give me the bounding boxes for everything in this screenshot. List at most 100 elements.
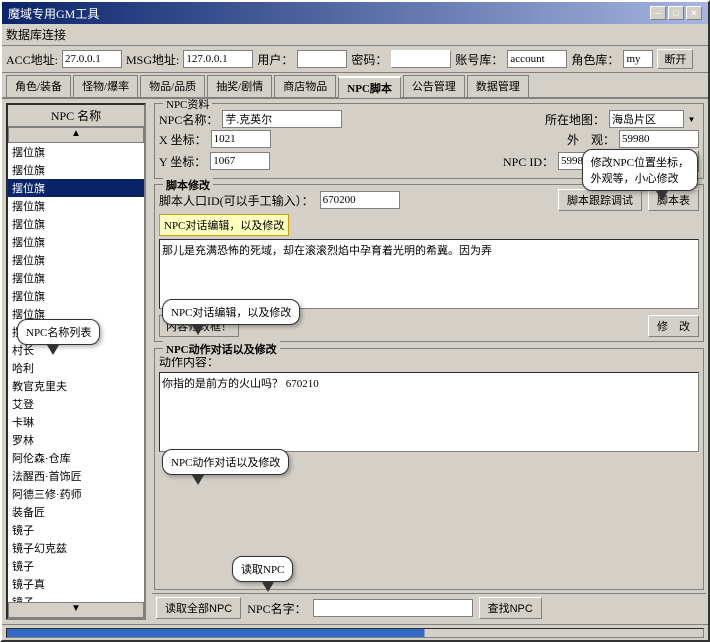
menu-bar: 数据库连接 (2, 24, 708, 46)
list-item[interactable]: 阿伦森·仓库 (8, 449, 144, 467)
x-label: X 坐标： (159, 131, 207, 148)
list-item[interactable]: 摆位旗 (8, 233, 144, 251)
tabs: 角色/装备 怪物/爆率 物品/品质 抽奖/剧情 商店物品 NPC脚本 公告管理 … (2, 73, 708, 99)
x-input[interactable] (211, 130, 271, 148)
tab-lottery[interactable]: 抽奖/剧情 (207, 75, 272, 97)
action-textarea[interactable]: 你指的是前方的火山吗？ 670210 (159, 372, 699, 452)
role-input[interactable] (623, 50, 653, 68)
close-icon: ✕ (690, 8, 698, 19)
acc-label: ACC地址: (6, 51, 58, 68)
npc-info-group: NPC资料 NPC名称： 所在地图： ▼ X 坐标： (154, 103, 704, 179)
npc-list: 摆位旗 摆位旗 摆位旗 摆位旗 摆位旗 摆位旗 摆位旗 摆位旗 摆位旗 摆位旗 … (8, 143, 144, 602)
db-label: 账号库： (455, 51, 503, 68)
npc-name-row: NPC名称： 所在地图： ▼ (159, 110, 699, 128)
list-item[interactable]: 摆位旗 (8, 143, 144, 161)
content-modify-row: 内容修改框！ 修 改 (159, 315, 699, 337)
tab-item[interactable]: 物品/品质 (140, 75, 205, 97)
list-item[interactable]: 摆位旗 (8, 305, 144, 323)
db-input[interactable] (507, 50, 567, 68)
status-bar (2, 624, 708, 640)
debug-button[interactable]: 脚本跟踪调试 (558, 189, 642, 211)
list-item[interactable]: 镜子真 (8, 575, 144, 593)
menu-item-db[interactable]: 数据库连接 (6, 26, 66, 43)
script-section-title: 脚本修改 (163, 177, 213, 193)
list-item[interactable]: 摆位旗 (8, 287, 144, 305)
maximize-button[interactable]: □ (668, 6, 684, 20)
list-item[interactable]: 摆位旗 (8, 269, 144, 287)
main-window: 魔域专用GM工具 ─ □ ✕ 数据库连接 ACC地址: MSG地址: 用户： 密… (0, 0, 710, 642)
list-item[interactable]: 罗林 (8, 431, 144, 449)
appearance-label: 外 观： (567, 131, 615, 148)
script-table-button[interactable]: 脚本表 (648, 189, 699, 211)
user-input[interactable] (297, 50, 347, 68)
map-dropdown-button[interactable]: ▼ (683, 110, 699, 128)
close-button[interactable]: ✕ (686, 6, 702, 20)
list-item[interactable]: 镜子 (8, 521, 144, 539)
password-label: 密码： (351, 51, 387, 68)
list-item[interactable]: 装备匠 (8, 503, 144, 521)
appearance-input[interactable] (619, 130, 699, 148)
npc-name-input[interactable] (222, 110, 342, 128)
disconnect-button[interactable]: 断开 (657, 49, 693, 69)
list-item[interactable]: 摆位旗 (8, 323, 144, 341)
list-item[interactable]: 摆位旗 (8, 161, 144, 179)
npc-id-label: NPC ID： (503, 153, 554, 170)
tab-shop[interactable]: 商店物品 (274, 75, 336, 97)
content-modify-label: 内容修改框！ (159, 315, 239, 337)
list-item[interactable]: 卡琳 (8, 413, 144, 431)
msg-input[interactable] (183, 50, 253, 68)
msg-label: MSG地址: (126, 51, 179, 68)
list-item[interactable]: 艾登 (8, 395, 144, 413)
action-section: NPC动作对话以及修改 动作内容： 你指的是前方的火山吗？ 670210 (154, 348, 704, 590)
list-item[interactable]: 镜子 (8, 557, 144, 575)
password-input[interactable] (391, 50, 451, 68)
npc-name-search-input[interactable] (313, 599, 473, 617)
person-id-row: 脚本人口ID(可以手工输入）： 脚本跟踪调试 脚本表 (159, 189, 699, 211)
list-item[interactable]: 教官克里夫 (8, 377, 144, 395)
scroll-down-icon: ▼ (71, 603, 81, 614)
toolbar: ACC地址: MSG地址: 用户： 密码： 账号库： 角色库： 断开 (2, 46, 708, 73)
y-row: Y 坐标： NPC ID： 修 改 (159, 150, 699, 172)
acc-input[interactable] (62, 50, 122, 68)
tab-data-mgmt[interactable]: 数据管理 (467, 75, 529, 97)
npc-info-modify-button[interactable]: 修 改 (648, 150, 699, 172)
list-item[interactable]: 摆位旗 (8, 215, 144, 233)
user-label: 用户： (257, 51, 293, 68)
minimize-button[interactable]: ─ (650, 6, 666, 20)
list-item[interactable]: 摆位旗 (8, 197, 144, 215)
scroll-down-button[interactable]: ▼ (8, 602, 144, 618)
list-item[interactable]: 阿德三修·药师 (8, 485, 144, 503)
maximize-icon: □ (673, 8, 678, 18)
list-item[interactable]: 法醒西·首饰匠 (8, 467, 144, 485)
npc-name-label: NPC名称： (159, 111, 218, 128)
dialog-textarea[interactable]: 那儿是充满恐怖的死域，却在滚滚烈焰中孕育着光明的希冀。因为弄 (159, 239, 699, 309)
tab-monster[interactable]: 怪物/爆率 (73, 75, 138, 97)
list-item[interactable]: 村长 (8, 341, 144, 359)
npc-id-input[interactable] (558, 152, 638, 170)
scroll-up-icon: ▲ (71, 128, 81, 139)
tab-announcement[interactable]: 公告管理 (403, 75, 465, 97)
minimize-icon: ─ (655, 8, 661, 18)
content-modify-button[interactable]: 修 改 (648, 315, 699, 337)
npc-list-panel: NPC 名称 ▲ 摆位旗 摆位旗 摆位旗 摆位旗 摆位旗 摆位旗 摆位旗 摆位旗… (6, 103, 146, 620)
coords-row: X 坐标： 外 观： (159, 130, 699, 148)
list-item[interactable]: 摆位旗 (8, 179, 144, 197)
tab-npc-script[interactable]: NPC脚本 (338, 76, 401, 98)
read-all-npc-button[interactable]: 读取全部NPC (156, 597, 241, 619)
y-input[interactable] (210, 152, 270, 170)
find-npc-button[interactable]: 查找NPC (479, 597, 542, 619)
person-id-input[interactable] (320, 191, 400, 209)
list-item[interactable]: 哈利 (8, 359, 144, 377)
list-item[interactable]: 摆位旗 (8, 251, 144, 269)
tab-role-equip[interactable]: 角色/装备 (6, 75, 71, 97)
scroll-up-button[interactable]: ▲ (8, 127, 144, 143)
title-bar-buttons: ─ □ ✕ (650, 6, 702, 20)
npc-info-title: NPC资料 (163, 99, 212, 112)
list-item[interactable]: 镜子幻克兹 (8, 539, 144, 557)
npc-list-header: NPC 名称 (8, 105, 144, 127)
npc-name-search-label: NPC名字： (247, 600, 306, 617)
list-item[interactable]: 镜子 (8, 593, 144, 602)
content-area: NPC 名称 ▲ 摆位旗 摆位旗 摆位旗 摆位旗 摆位旗 摆位旗 摆位旗 摆位旗… (2, 99, 708, 624)
title-bar: 魔域专用GM工具 ─ □ ✕ (2, 2, 708, 24)
right-panel: NPC资料 NPC名称： 所在地图： ▼ X 坐标： (150, 99, 708, 624)
